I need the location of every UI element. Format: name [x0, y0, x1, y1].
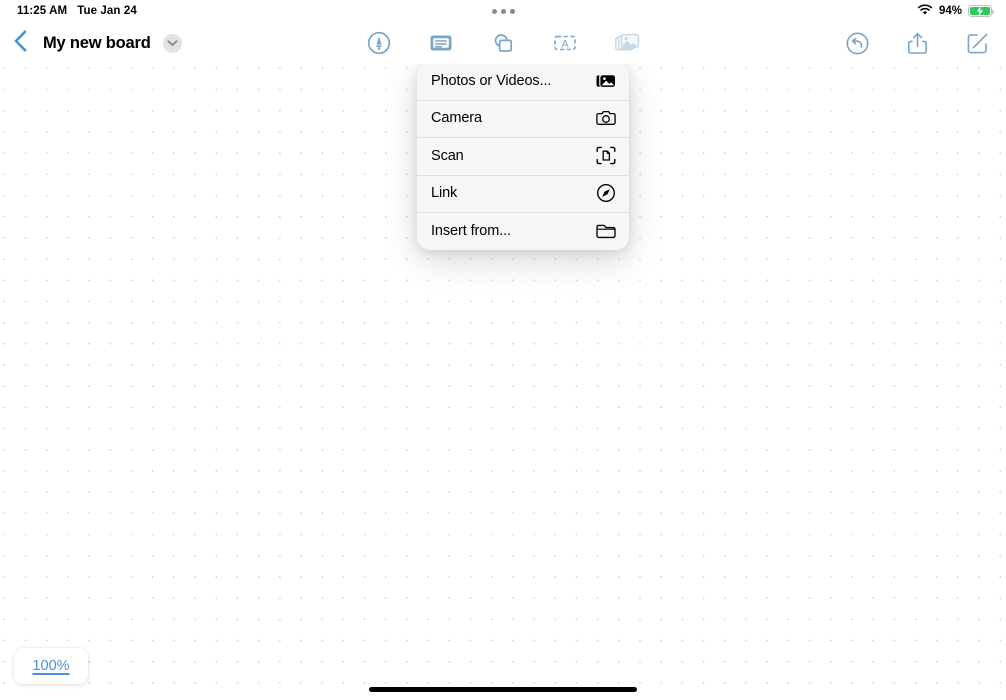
folder-icon — [596, 221, 616, 241]
nav-bar-right — [840, 22, 994, 64]
multitasking-dots-icon — [509, 8, 515, 14]
freeform-board-app: 11:25 AM Tue Jan 24 94% My new board A P… — [0, 0, 1006, 700]
multitasking-dots-icon — [500, 8, 506, 14]
photo-stack-icon — [596, 71, 616, 91]
multitasking-control[interactable] — [0, 0, 1006, 22]
document-scan-icon — [596, 146, 616, 166]
menu-item-label: Photos or Videos... — [431, 72, 552, 89]
navigation-bar: My new board A — [0, 22, 1006, 64]
zoom-level-button[interactable]: 100% — [14, 648, 88, 684]
menu-item-photos-or-videos[interactable]: Photos or Videos... — [417, 62, 629, 100]
undo-button[interactable] — [840, 28, 874, 58]
status-bar: 11:25 AM Tue Jan 24 94% — [0, 0, 1006, 22]
media-tool-button[interactable] — [610, 28, 644, 58]
markup-tool-button[interactable] — [362, 28, 396, 58]
menu-item-camera[interactable]: Camera — [417, 99, 629, 138]
compose-button[interactable] — [960, 28, 994, 58]
multitasking-dots-icon — [491, 8, 497, 14]
menu-item-link[interactable]: Link — [417, 174, 629, 213]
menu-item-label: Insert from... — [431, 222, 511, 239]
compass-icon — [596, 183, 616, 203]
wifi-icon — [917, 4, 933, 19]
menu-item-scan[interactable]: Scan — [417, 137, 629, 175]
zoom-level-label: 100% — [32, 658, 70, 674]
menu-item-label: Link — [431, 185, 458, 202]
menu-item-label: Scan — [431, 147, 464, 164]
svg-text:A: A — [561, 38, 569, 50]
battery-charging-icon — [968, 5, 994, 17]
home-indicator[interactable] — [369, 687, 637, 692]
camera-icon — [596, 108, 616, 128]
battery-percent-label: 94% — [938, 5, 962, 17]
shapes-tool-button[interactable] — [486, 28, 520, 58]
share-button[interactable] — [900, 28, 934, 58]
status-bar-right: 94% — [917, 0, 994, 22]
menu-item-insert-from[interactable]: Insert from... — [417, 212, 629, 250]
sticky-note-tool-button[interactable] — [424, 28, 458, 58]
media-insert-menu: Photos or Videos... Camera Scan Link Ins… — [417, 62, 629, 250]
menu-item-label: Camera — [431, 110, 482, 127]
text-box-tool-button[interactable]: A — [548, 28, 582, 58]
